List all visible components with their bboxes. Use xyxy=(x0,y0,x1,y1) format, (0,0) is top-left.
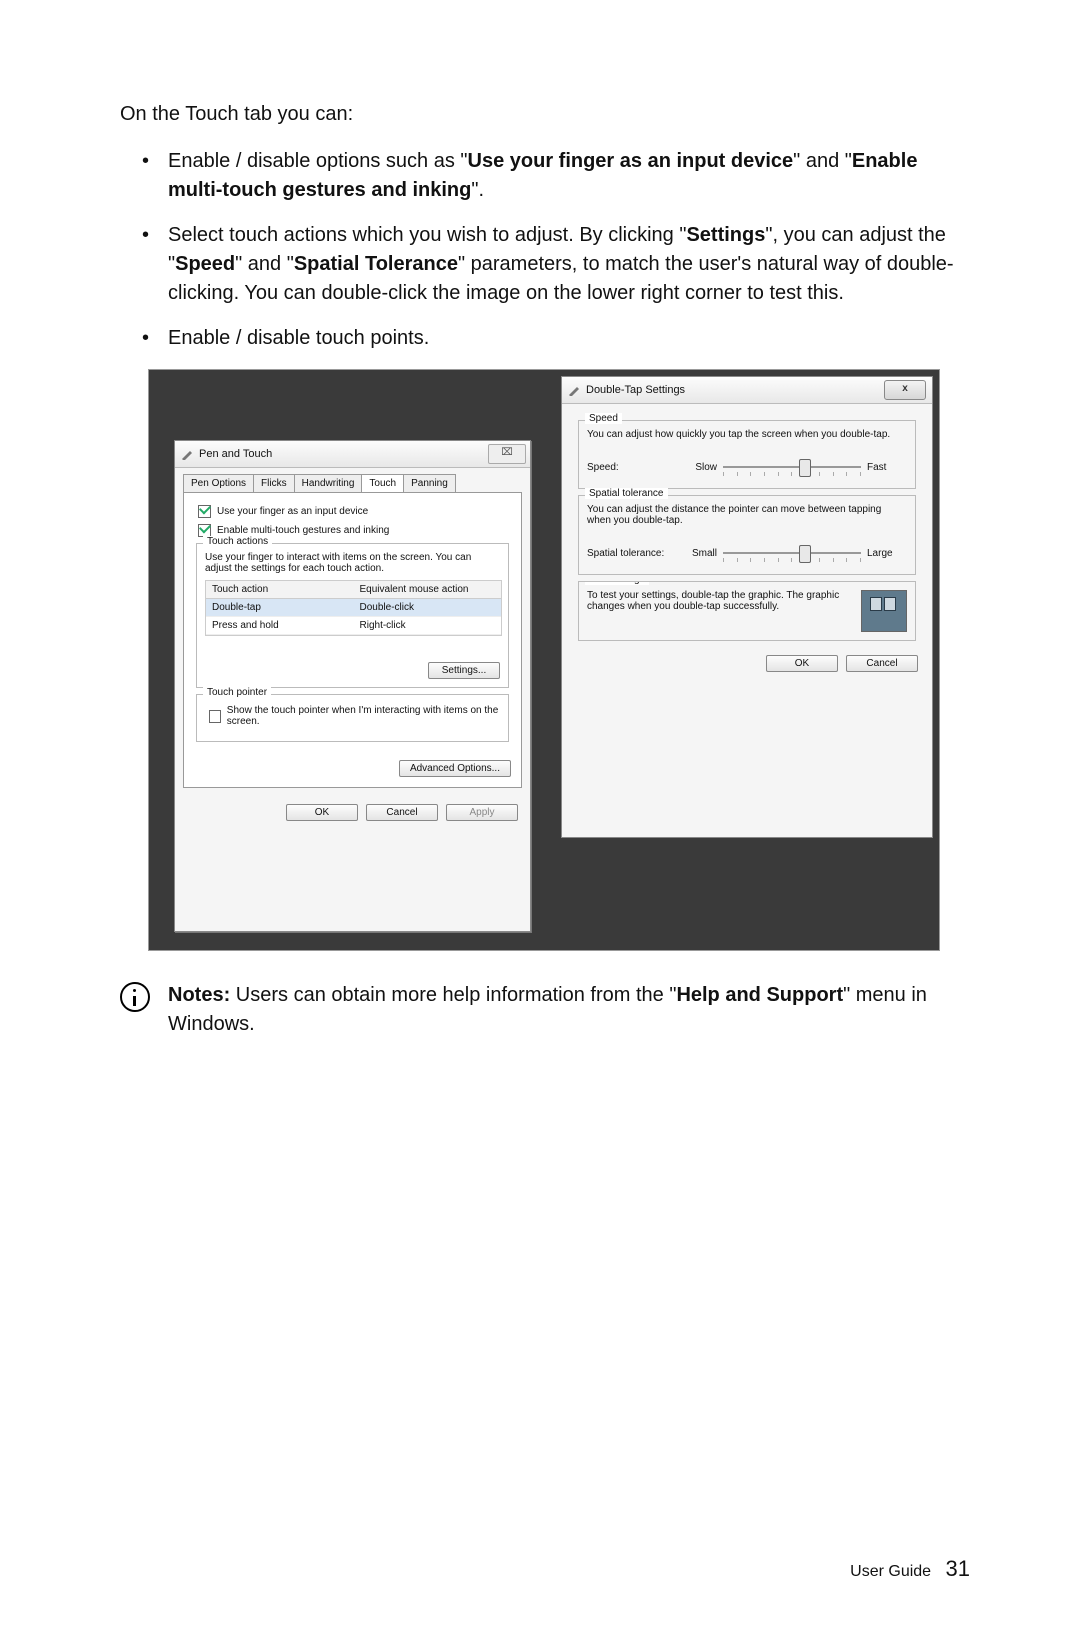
bullet-3: Enable / disable touch points. xyxy=(142,324,970,353)
speed-label: Speed: xyxy=(587,462,677,473)
apply-button[interactable]: Apply xyxy=(446,804,518,821)
spatial-max: Large xyxy=(867,548,907,559)
advanced-options-button[interactable]: Advanced Options... xyxy=(399,760,511,777)
tab-touch[interactable]: Touch xyxy=(361,474,404,492)
window-title: Double-Tap Settings xyxy=(586,384,685,396)
tab-strip: Pen Options Flicks Handwriting Touch Pan… xyxy=(183,474,522,492)
notes-lead: Notes: xyxy=(168,984,230,1006)
notes-icon xyxy=(120,982,150,1012)
speed-min: Slow xyxy=(677,462,717,473)
speed-slider[interactable] xyxy=(723,454,861,480)
titlebar: Double-Tap Settings x xyxy=(562,377,932,404)
col-touch-action: Touch action xyxy=(206,581,354,598)
tab-handwriting[interactable]: Handwriting xyxy=(294,474,363,492)
group-test: Test settings To test your settings, dou… xyxy=(578,581,916,641)
group-spatial: Spatial tolerance You can adjust the dis… xyxy=(578,495,916,575)
intro-text: On the Touch tab you can: xyxy=(120,100,970,129)
titlebar: Pen and Touch ⌧ xyxy=(175,441,530,468)
spatial-label: Spatial tolerance: xyxy=(587,548,677,559)
page-number: 31 xyxy=(946,1556,970,1581)
test-graphic[interactable] xyxy=(861,590,907,632)
group-legend: Touch pointer xyxy=(203,687,271,698)
tab-pen-options[interactable]: Pen Options xyxy=(183,474,254,492)
ok-button[interactable]: OK xyxy=(286,804,358,821)
footer-label: User Guide xyxy=(850,1563,931,1580)
tab-panning[interactable]: Panning xyxy=(403,474,456,492)
bullet-list: Enable / disable options such as "Use yo… xyxy=(142,147,970,353)
col-mouse-action: Equivalent mouse action xyxy=(354,581,502,598)
tab-flicks[interactable]: Flicks xyxy=(253,474,295,492)
double-tap-settings-window: Double-Tap Settings x Speed You can adju… xyxy=(561,376,933,838)
speed-max: Fast xyxy=(867,462,907,473)
checkbox-icon xyxy=(209,710,221,723)
pen-icon xyxy=(181,448,193,460)
spatial-slider[interactable] xyxy=(723,540,861,566)
close-button[interactable]: x xyxy=(884,380,926,400)
window-title: Pen and Touch xyxy=(199,448,272,460)
spatial-min: Small xyxy=(677,548,717,559)
cancel-button[interactable]: Cancel xyxy=(846,655,918,672)
checkbox-finger-input[interactable]: Use your finger as an input device xyxy=(198,505,511,518)
screenshot-area: Pen and Touch ⌧ Pen Options Flicks Handw… xyxy=(148,369,940,951)
speed-desc: You can adjust how quickly you tap the s… xyxy=(587,429,907,440)
checkbox-icon xyxy=(198,505,211,518)
table-row[interactable]: Press and hold Right-click xyxy=(206,617,501,635)
pen-and-touch-window: Pen and Touch ⌧ Pen Options Flicks Handw… xyxy=(174,440,531,932)
touch-actions-desc: Use your finger to interact with items o… xyxy=(205,552,500,574)
bullet-2: Select touch actions which you wish to a… xyxy=(142,221,970,308)
group-touch-actions: Touch actions Use your finger to interac… xyxy=(196,543,509,688)
page-footer: User Guide 31 xyxy=(850,1556,970,1582)
bullet-1: Enable / disable options such as "Use yo… xyxy=(142,147,970,205)
notes-block: Notes: Users can obtain more help inform… xyxy=(120,981,970,1039)
table-row[interactable]: Double-tap Double-click xyxy=(206,599,501,617)
touch-actions-table: Touch action Equivalent mouse action Dou… xyxy=(205,580,502,636)
group-touch-pointer: Touch pointer Show the touch pointer whe… xyxy=(196,694,509,742)
group-speed: Speed You can adjust how quickly you tap… xyxy=(578,420,916,489)
cancel-button[interactable]: Cancel xyxy=(366,804,438,821)
settings-button[interactable]: Settings... xyxy=(428,662,500,679)
group-legend: Touch actions xyxy=(203,536,272,547)
ok-button[interactable]: OK xyxy=(766,655,838,672)
test-desc: To test your settings, double-tap the gr… xyxy=(587,590,907,612)
checkbox-touch-pointer[interactable]: Show the touch pointer when I'm interact… xyxy=(209,705,500,727)
tab-body: Use your finger as an input device Enabl… xyxy=(183,492,522,788)
spatial-desc: You can adjust the distance the pointer … xyxy=(587,504,907,526)
close-button[interactable]: ⌧ xyxy=(488,444,526,464)
pen-icon xyxy=(568,384,580,396)
